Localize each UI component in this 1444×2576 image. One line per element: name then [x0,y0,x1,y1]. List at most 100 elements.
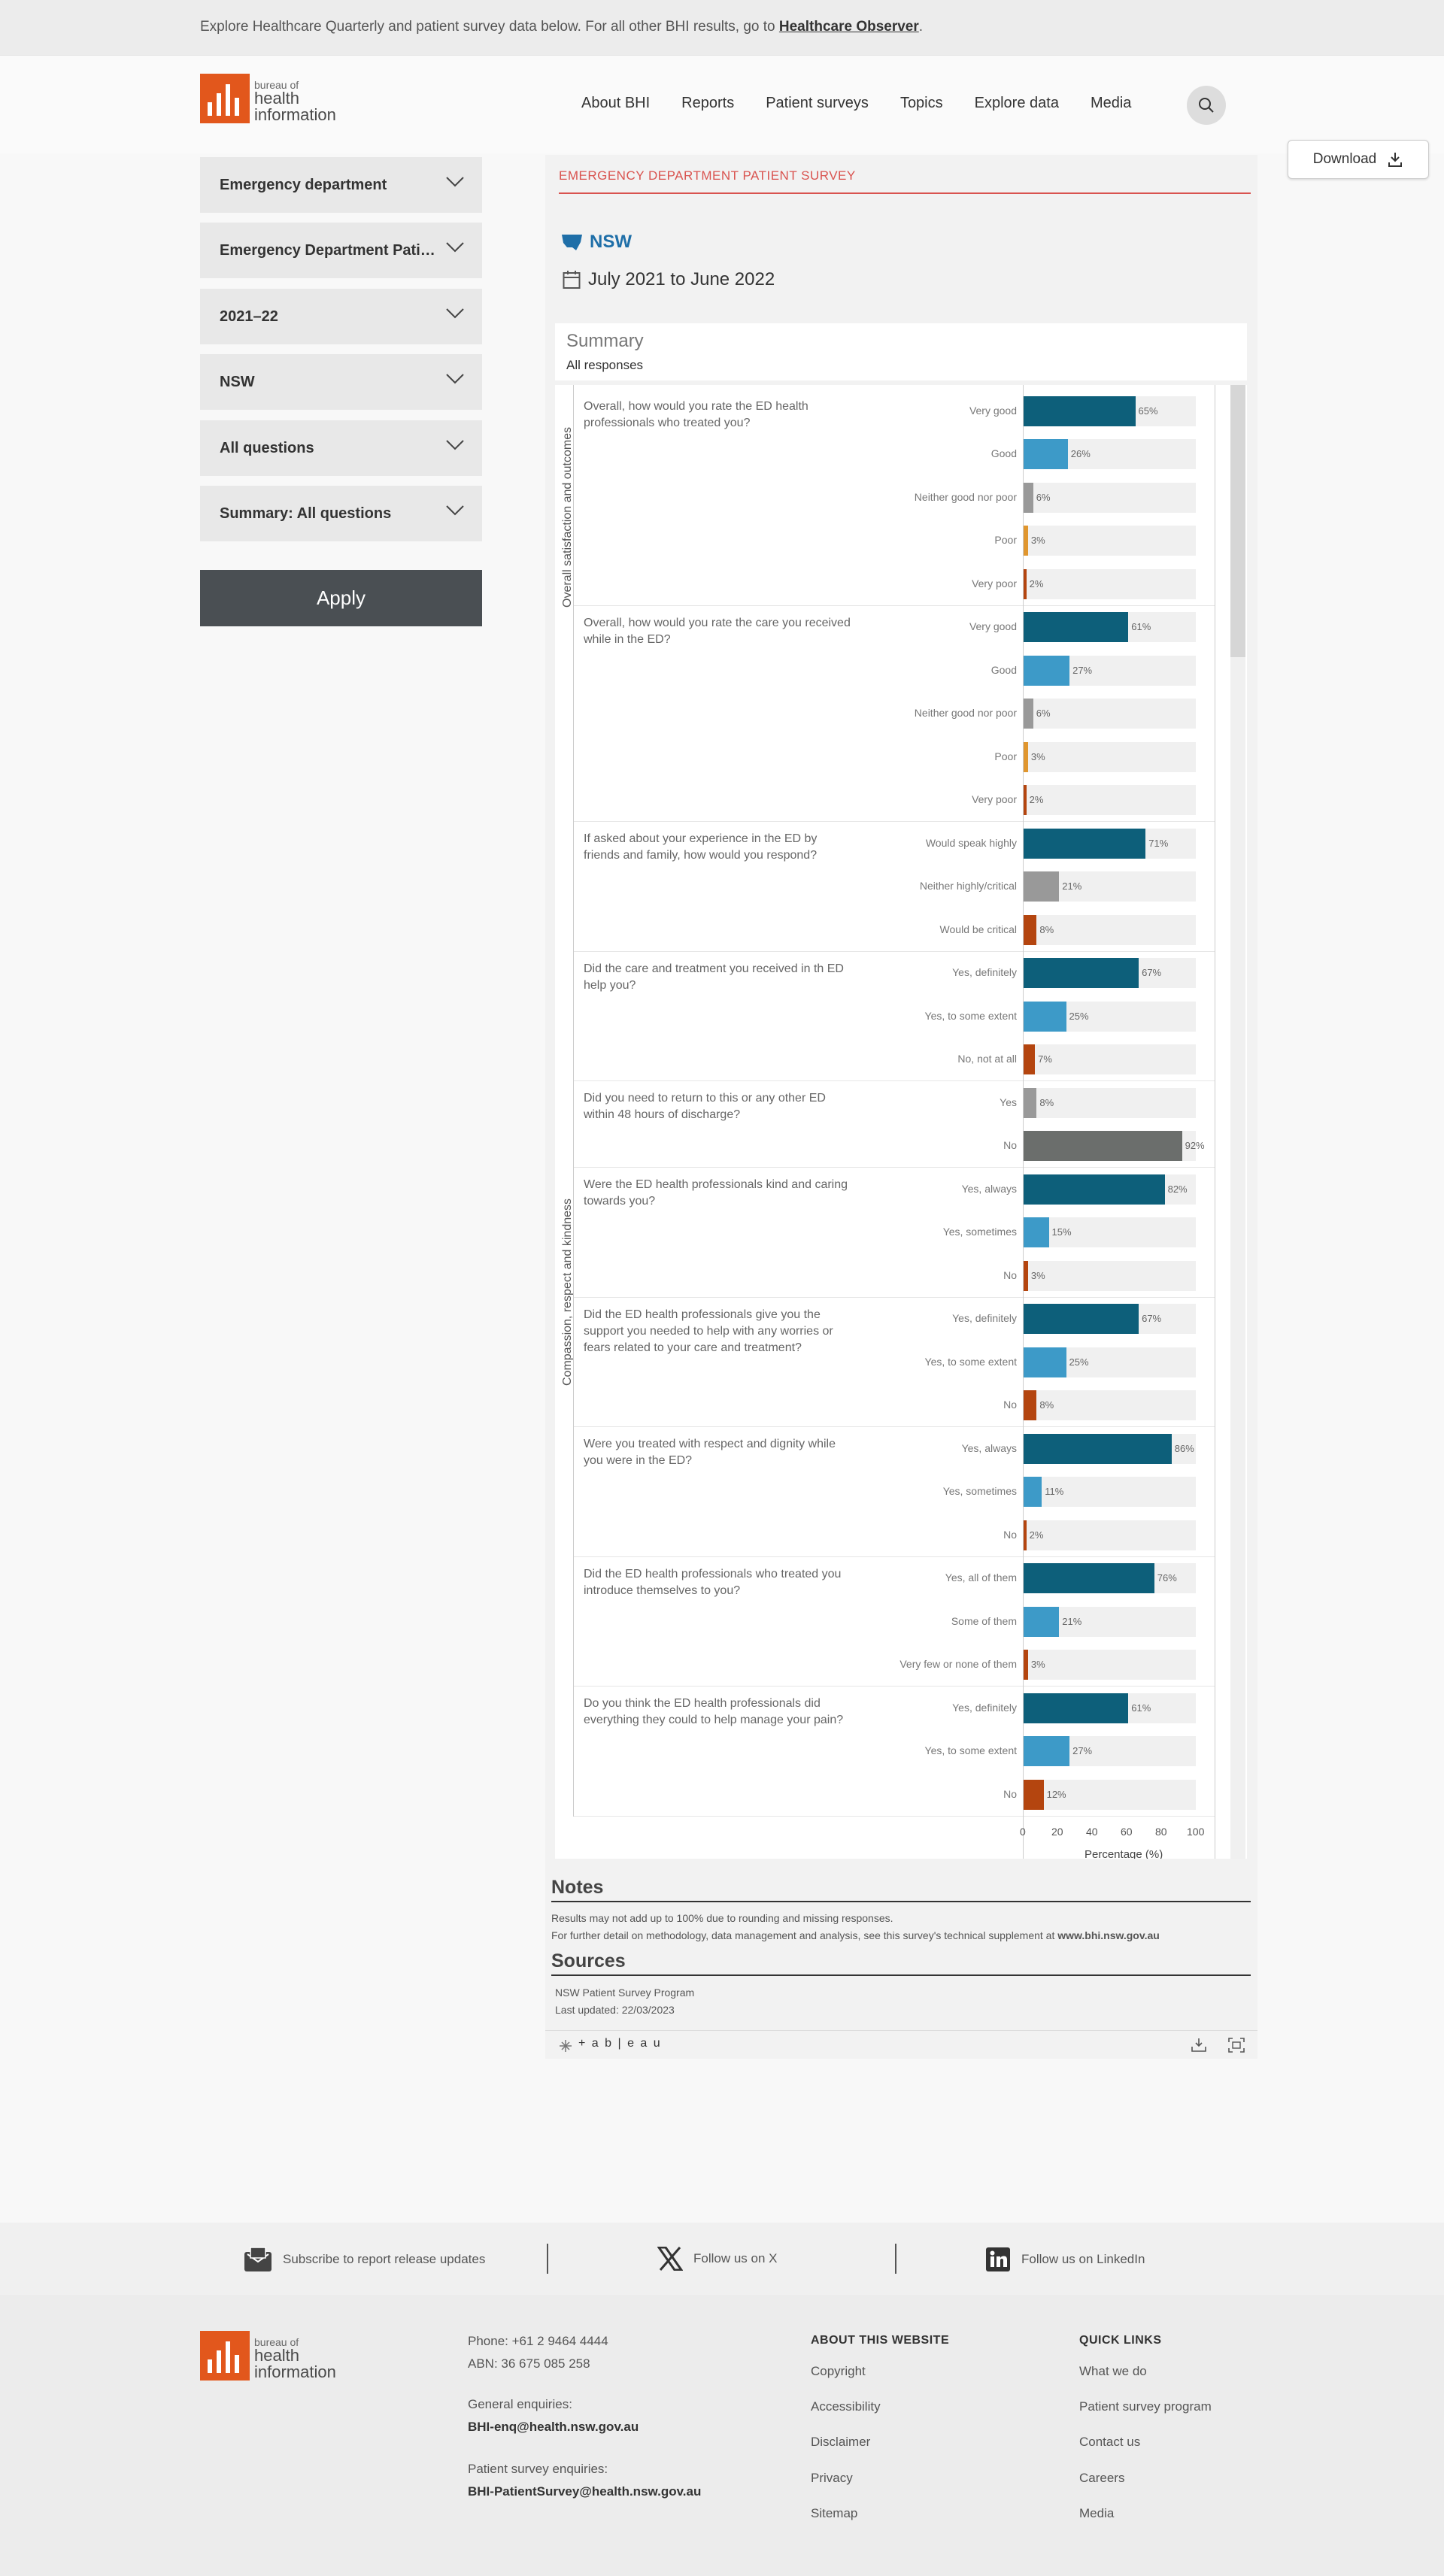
filter-region-value: NSW [220,373,255,390]
filter-survey[interactable]: Emergency Department Patient Survey [200,223,482,278]
sources-heading: Sources [551,1950,626,1971]
footer-link-contact-us[interactable]: Contact us [1079,2435,1140,2450]
response-label: Neither good nor poor [914,490,1017,503]
filter-view[interactable]: Summary: All questions [200,486,482,541]
footer-link-accessibility[interactable]: Accessibility [811,2399,881,2414]
nav-explore-data[interactable]: Explore data [975,95,1059,112]
fullscreen-icon[interactable] [1228,2038,1245,2053]
response-label: Poor [994,750,1017,762]
footer-link-media[interactable]: Media [1079,2506,1114,2521]
response-label: Very good [969,404,1017,417]
notes-line-1: Results may not add up to 100% due to ro… [551,1912,893,1924]
filter-period[interactable]: 2021–22 [200,289,482,344]
response-label: Yes, to some extent [924,1009,1017,1022]
response-label: Yes, all of them [945,1571,1017,1584]
chevron-down-icon [446,308,464,319]
percent-label: 67% [1142,967,1162,979]
footer-link-what-we-do[interactable]: What we do [1079,2364,1147,2379]
apply-button[interactable]: Apply [200,570,482,626]
bhi-website-link[interactable]: www.bhi.nsw.gov.au [1057,1929,1160,1941]
footer-link-careers[interactable]: Careers [1079,2471,1124,2486]
bar-background [1023,785,1196,816]
footer-logo[interactable]: bureau of health information [200,2331,336,2381]
follow-x-link[interactable]: Follow us on X [657,2247,778,2271]
follow-linkedin-link[interactable]: Follow us on LinkedIn [985,2247,1145,2272]
response-label: Yes, sometimes [942,1485,1017,1498]
summary-header: Summary All responses [555,323,1247,380]
response-label: No [1003,1399,1017,1411]
filter-region[interactable]: NSW [200,354,482,410]
nav-patient-surveys[interactable]: Patient surveys [766,95,869,112]
footer-link-sitemap[interactable]: Sitemap [811,2506,857,2521]
download-icon[interactable] [1191,2038,1207,2053]
top-banner: Explore Healthcare Quarterly and patient… [0,0,1444,56]
question-text: Did the care and treatment you received … [584,962,844,992]
newsletter-icon [244,2247,272,2271]
subscribe-link[interactable]: Subscribe to report release updates [244,2247,485,2272]
percent-label: 3% [1030,1269,1045,1281]
percent-label: 3% [1030,535,1045,547]
question-text: Do you think the ED health professionals… [584,1697,844,1726]
question-text: Did the ED health professionals who trea… [584,1567,842,1597]
footer-link-privacy[interactable]: Privacy [811,2471,853,2486]
summary-subtitle: All responses [566,358,644,372]
filter-survey-value: Emergency Department Patient Survey [220,241,438,259]
percent-label: 6% [1036,708,1051,720]
response-bar [1023,1650,1028,1680]
response-label: Good [990,447,1017,460]
footer-general-email[interactable]: BHI-enq@health.nsw.gov.au [468,2420,639,2435]
search-button[interactable] [1187,86,1226,125]
question-text: Were you treated with respect and dignit… [584,1438,836,1467]
social-divider [895,2244,896,2274]
question-text: Overall, how would you rate the care you… [584,616,851,646]
response-label: Very poor [972,577,1017,589]
response-label: Very poor [972,793,1017,806]
percent-label: 8% [1039,923,1054,935]
footer-link-disclaimer[interactable]: Disclaimer [811,2435,870,2450]
nav-about-bhi[interactable]: About BHI [581,95,650,112]
response-bar [1023,1433,1172,1464]
percent-label: 92% [1185,1140,1205,1152]
follow-linkedin-label: Follow us on LinkedIn [1021,2252,1145,2266]
bhi-logo[interactable]: bureau of health information [200,74,336,123]
x-axis-label: Percentage (%) [1085,1847,1163,1859]
response-bar [1023,1001,1066,1032]
download-icon [1388,153,1403,167]
banner-message: Explore Healthcare Quarterly and patient… [200,19,779,35]
response-label: Yes, to some extent [924,1355,1017,1368]
percent-label: 8% [1039,1096,1054,1108]
calendar-icon [563,271,581,289]
response-bar [1023,655,1070,686]
chart-scrollbar-thumb[interactable] [1230,385,1245,657]
nav-media[interactable]: Media [1091,95,1131,112]
question-divider [573,1167,1215,1168]
x-icon [657,2247,683,2271]
response-bar [1023,439,1068,470]
response-label: Yes, always [961,1441,1017,1454]
question-divider [573,821,1215,822]
nav-reports[interactable]: Reports [681,95,734,112]
nav-topics[interactable]: Topics [900,95,943,112]
response-bar [1023,1087,1037,1118]
response-bar [1023,1390,1037,1421]
sources-line-2: Last updated: 22/03/2023 [555,2004,675,2016]
percent-label: 67% [1142,1313,1162,1325]
response-bar [1023,1563,1154,1594]
sources-line-1: NSW Patient Survey Program [555,1987,695,1999]
response-bar [1023,1477,1042,1508]
download-button[interactable]: Download [1288,140,1429,179]
filter-topic[interactable]: Emergency department [200,157,482,213]
percent-label: 2% [1029,1529,1044,1541]
footer-link-patient-survey-program[interactable]: Patient survey program [1079,2399,1212,2414]
response-bar [1023,526,1028,556]
footer-link-copyright[interactable]: Copyright [811,2364,866,2379]
response-label: Neither good nor poor [914,707,1017,720]
healthcare-observer-link[interactable]: Healthcare Observer [779,19,919,35]
percent-label: 11% [1045,1486,1064,1498]
footer-survey-email[interactable]: BHI-PatientSurvey@health.nsw.gov.au [468,2484,701,2499]
response-bar [1023,1606,1060,1637]
period-heading: July 2021 to June 2022 [563,269,775,290]
response-label: No [1003,1528,1017,1541]
follow-x-label: Follow us on X [693,2251,778,2265]
filter-questions[interactable]: All questions [200,420,482,476]
